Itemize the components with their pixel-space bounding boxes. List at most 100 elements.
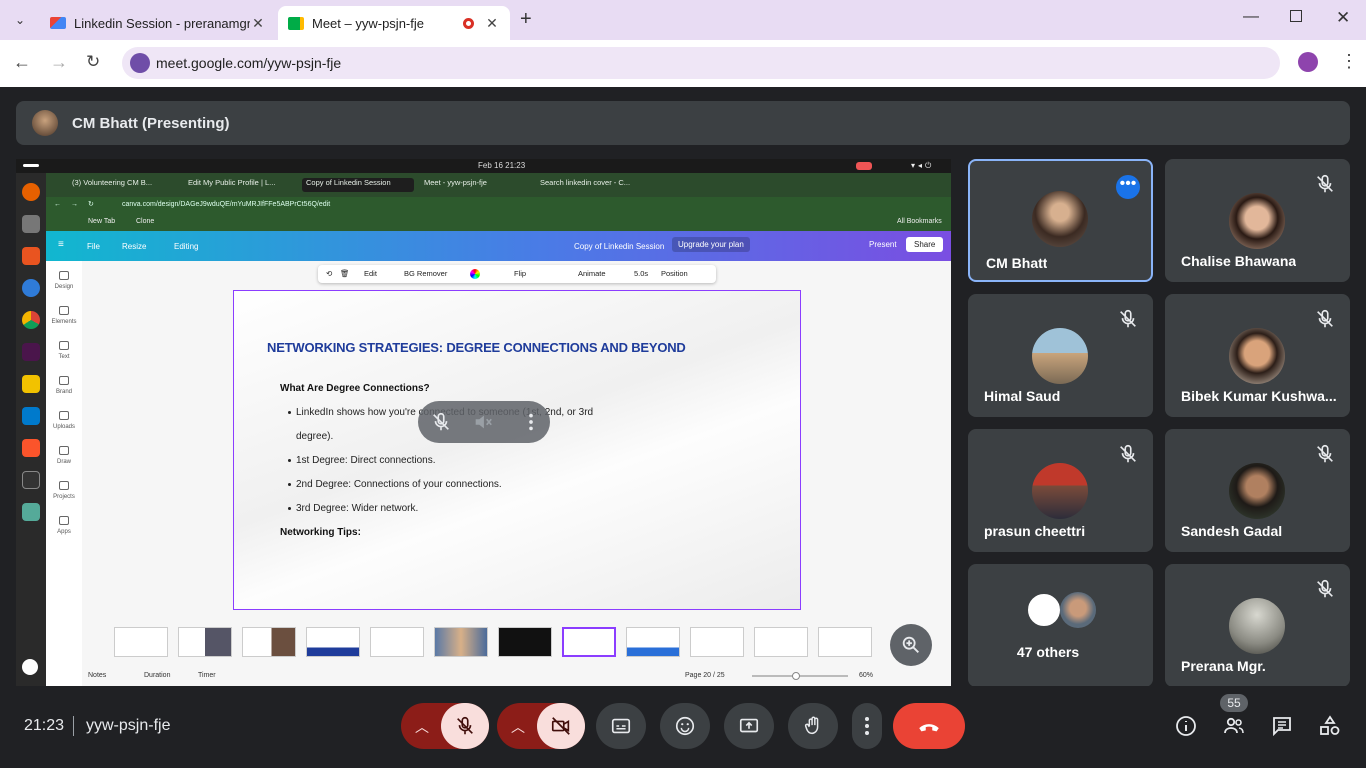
slide-thumbnail[interactable] xyxy=(306,627,360,657)
mic-off-icon xyxy=(1120,309,1136,328)
tab-title: Meet – yyw-psjn-fje xyxy=(312,15,424,31)
canva-footer: Notes Duration Timer Page 20 / 25 60% xyxy=(82,667,951,686)
activities-icon[interactable] xyxy=(1318,714,1342,738)
notes-icon[interactable] xyxy=(22,375,40,393)
restore-button[interactable] xyxy=(1290,10,1302,22)
camera-toggle-button[interactable] xyxy=(537,703,585,749)
canva-side-brand: Brand xyxy=(46,376,82,395)
chevron-up-icon[interactable]: ︿ xyxy=(511,717,525,737)
shared-tab[interactable]: Search linkedin cover - C... xyxy=(536,178,648,192)
menu-icon[interactable]: ⋮ xyxy=(1340,51,1358,72)
hang-up-icon xyxy=(919,724,939,732)
participant-tile[interactable]: Bibek Kumar Kushwa... xyxy=(1165,294,1350,417)
slide-thumbnail[interactable] xyxy=(498,627,552,657)
slide-thumbnail-current[interactable] xyxy=(562,627,616,657)
shared-tab[interactable]: (3) Volunteering CM B... xyxy=(68,178,178,192)
others-tile[interactable]: 47 others xyxy=(968,564,1153,687)
slide-thumbnail[interactable] xyxy=(434,627,488,657)
participant-tile[interactable]: Himal Saud xyxy=(968,294,1153,417)
close-window-button[interactable]: ✕ xyxy=(1336,8,1350,28)
captions-button[interactable] xyxy=(596,703,646,749)
mic-off-icon xyxy=(1317,309,1333,328)
more-options-button[interactable] xyxy=(852,703,882,749)
reload-icon[interactable]: ↻ xyxy=(86,52,100,72)
canva-header: ≡ File Resize Editing Copy of Linkedin S… xyxy=(46,231,951,261)
camera-control-group: ︿ xyxy=(497,703,585,749)
zoom-slider-handle xyxy=(792,672,800,680)
more-options-icon[interactable]: ••• xyxy=(1116,175,1140,199)
chat-icon[interactable] xyxy=(1270,714,1294,738)
terminal-icon[interactable] xyxy=(22,471,40,489)
profile-avatar[interactable] xyxy=(1298,52,1318,72)
shared-screen[interactable]: Feb 16 21:23 ▾◂⏻ (3) Volunteering CM B..… xyxy=(16,159,951,686)
participant-tile[interactable]: Sandesh Gadal xyxy=(1165,429,1350,552)
slide-thumbnail[interactable] xyxy=(626,627,680,657)
meeting-time: 21:23 xyxy=(24,717,65,734)
participant-tile[interactable]: prasun cheettri xyxy=(968,429,1153,552)
slide-thumbnail[interactable] xyxy=(818,627,872,657)
tab-title: Linkedin Session - preranamgr2 xyxy=(74,15,250,31)
trash-icon[interactable] xyxy=(22,503,40,521)
slide-thumbnail[interactable] xyxy=(114,627,168,657)
info-icon[interactable] xyxy=(1174,714,1198,738)
avatar xyxy=(1032,191,1088,247)
tab-meet[interactable]: Meet – yyw-psjn-fje ✕ xyxy=(278,6,510,40)
mic-site-icon[interactable] xyxy=(130,53,150,73)
slide-thumbnail[interactable] xyxy=(754,627,808,657)
apps-grid-icon[interactable] xyxy=(22,659,38,675)
canva-side-apps: Apps xyxy=(46,516,82,535)
participant-tile[interactable]: ••• CM Bhatt xyxy=(968,159,1153,282)
shared-bookmarks: New Tab Clone All Bookmarks xyxy=(46,215,951,231)
zoom-button[interactable] xyxy=(890,624,932,666)
footer-page: Page 20 / 25 xyxy=(685,672,725,679)
side-label: Text xyxy=(58,354,70,360)
shared-tab[interactable]: Edit My Public Profile | L... xyxy=(184,178,294,192)
raise-hand-button[interactable] xyxy=(788,703,838,749)
software-icon[interactable] xyxy=(22,247,40,265)
bullet-dot xyxy=(288,507,291,510)
files-icon[interactable] xyxy=(22,215,40,233)
chevron-up-icon[interactable]: ︿ xyxy=(415,717,429,737)
close-icon[interactable]: ✕ xyxy=(250,15,266,32)
bookmark-item: All Bookmarks xyxy=(897,218,942,225)
forward-icon[interactable]: → xyxy=(50,52,68,73)
recording-icon xyxy=(463,17,474,29)
slide-thumbnail[interactable] xyxy=(370,627,424,657)
mic-toggle-button[interactable] xyxy=(441,703,489,749)
help-icon[interactable] xyxy=(22,279,40,297)
tab-search-icon[interactable]: ⌄ xyxy=(10,10,30,30)
new-tab-button[interactable]: + xyxy=(520,8,532,31)
canva-editing: Editing xyxy=(174,242,199,251)
slide-thumbnail[interactable] xyxy=(242,627,296,657)
more-options-icon[interactable] xyxy=(520,411,542,433)
canva-doc-title: Copy of Linkedin Session xyxy=(574,242,665,251)
address-bar[interactable]: meet.google.com/yyw-psjn-fje xyxy=(122,47,1280,79)
shared-tab[interactable]: Copy of Linkedin Session xyxy=(302,178,414,192)
participant-tile[interactable]: Chalise Bhawana xyxy=(1165,159,1350,282)
volume-off-icon[interactable] xyxy=(472,411,494,433)
brave-icon[interactable] xyxy=(22,439,40,457)
minimize-button[interactable]: — xyxy=(1243,8,1259,26)
recording-indicator xyxy=(856,162,872,170)
slide-thumbnail[interactable] xyxy=(690,627,744,657)
reactions-button[interactable] xyxy=(660,703,710,749)
slide-thumbnail[interactable] xyxy=(178,627,232,657)
side-label: Uploads xyxy=(52,424,75,430)
leave-call-button[interactable] xyxy=(893,703,965,749)
firefox-icon[interactable] xyxy=(22,183,40,201)
mic-off-icon[interactable] xyxy=(430,411,452,433)
chrome-icon[interactable] xyxy=(22,311,40,329)
canva-context-toolbar: ⟲ 🗑 Edit BG Remover Flip Animate 5.0s Po… xyxy=(318,265,716,283)
meeting-code: yyw-psjn-fje xyxy=(86,717,171,734)
close-icon[interactable]: ✕ xyxy=(484,15,500,32)
shared-tab[interactable]: Meet - yyw-psjn-fje xyxy=(420,178,532,192)
tile-overlay-controls xyxy=(418,401,550,443)
vscode-icon[interactable] xyxy=(22,407,40,425)
captions-icon xyxy=(611,718,631,734)
participant-tile[interactable]: Prerana Mgr. xyxy=(1165,564,1350,687)
slack-icon[interactable] xyxy=(22,343,40,361)
back-icon[interactable]: ← xyxy=(13,52,31,73)
people-icon[interactable] xyxy=(1222,714,1246,738)
present-button[interactable] xyxy=(724,703,774,749)
tab-gmail[interactable]: Linkedin Session - preranamgr2 ✕ xyxy=(40,6,276,40)
